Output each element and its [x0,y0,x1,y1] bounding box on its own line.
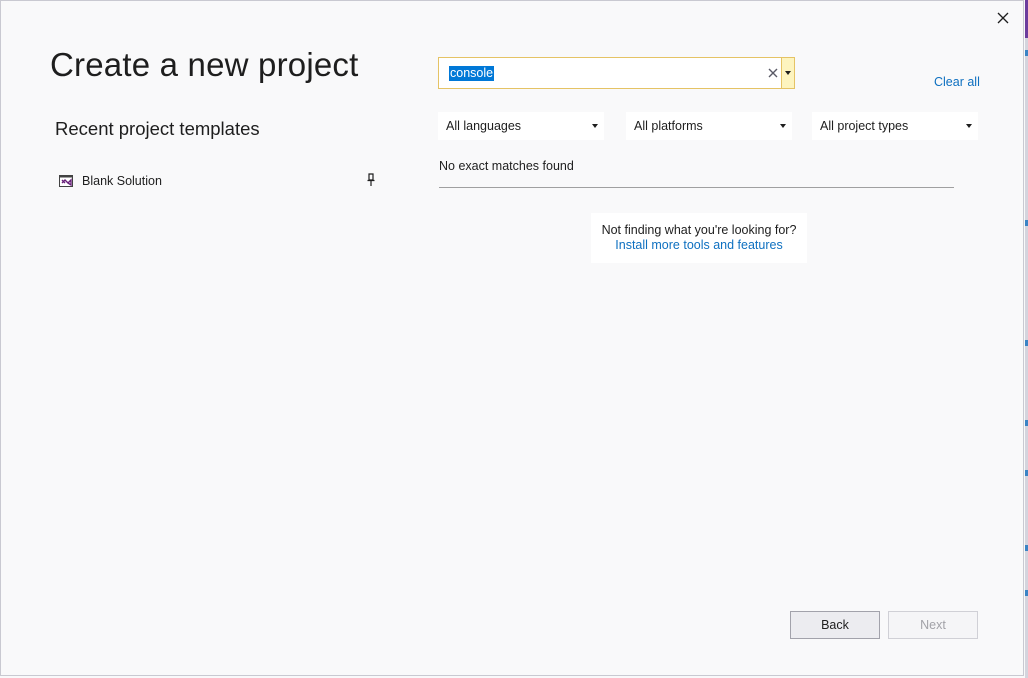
recent-templates-heading: Recent project templates [55,118,260,139]
install-tools-link[interactable]: Install more tools and features [591,238,807,253]
platform-filter-dropdown[interactable]: All platforms [626,112,792,140]
not-finding-text: Not finding what you're looking for? [601,223,797,237]
close-button[interactable] [991,6,1015,30]
chevron-down-icon [592,124,598,128]
chevron-down-icon [780,124,786,128]
recent-template-label: Blank Solution [82,174,162,188]
next-button[interactable]: Next [888,611,978,639]
project-type-filter-dropdown[interactable]: All project types [812,112,978,140]
search-history-dropdown[interactable] [781,58,794,88]
results-status: No exact matches found [439,159,574,173]
not-finding-panel: Not finding what you're looking for? Ins… [591,213,807,263]
create-project-dialog: Create a new project Recent project temp… [0,0,1024,676]
platform-filter-label: All platforms [634,119,703,133]
close-icon[interactable] [997,12,1009,24]
back-button[interactable]: Back [790,611,880,639]
clear-x-icon[interactable] [767,67,779,79]
chevron-down-icon [966,124,972,128]
project-type-filter-label: All project types [820,119,909,133]
page-title: Create a new project [50,46,359,83]
results-divider [439,187,954,188]
recent-template-item[interactable]: Blank Solution [55,169,385,193]
clear-all-link[interactable]: Clear all [934,75,980,89]
template-search-box[interactable]: console [438,57,795,89]
chevron-down-icon [785,71,791,75]
visual-studio-solution-icon [59,175,73,187]
language-filter-dropdown[interactable]: All languages [438,112,604,140]
search-selected-text: console [449,66,495,81]
language-filter-label: All languages [446,119,522,133]
pin-icon[interactable] [366,173,376,187]
